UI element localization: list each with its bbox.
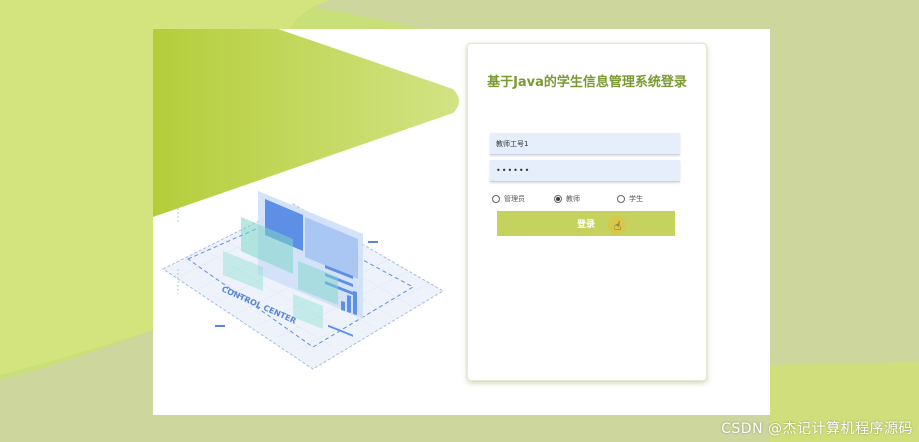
login-card: 基于Java的学生信息管理系统登录 教师工号1 •••••• 管理员 教师 学生… (467, 43, 707, 381)
role-selector: 管理员 教师 学生 (492, 193, 682, 205)
login-button[interactable]: 登录 (497, 211, 675, 236)
role-label-student: 学生 (629, 195, 643, 203)
role-option-teacher[interactable]: 教师 (554, 193, 580, 205)
login-title: 基于Java的学生信息管理系统登录 (487, 75, 687, 90)
watermark: CSDN @杰记计算机程序源码 (721, 421, 913, 437)
username-field[interactable]: 教师工号1 (490, 133, 680, 155)
password-field[interactable]: •••••• (490, 160, 680, 182)
hand-pointer-icon: ☝ (614, 219, 622, 233)
role-label-teacher: 教师 (566, 195, 580, 203)
role-option-student[interactable]: 学生 (617, 193, 643, 205)
radio-admin[interactable] (492, 195, 500, 203)
role-option-admin[interactable]: 管理员 (492, 193, 525, 205)
radio-student[interactable] (617, 195, 625, 203)
green-triangle-shape (153, 29, 459, 217)
radio-teacher[interactable] (554, 195, 562, 203)
role-label-admin: 管理员 (504, 195, 525, 203)
